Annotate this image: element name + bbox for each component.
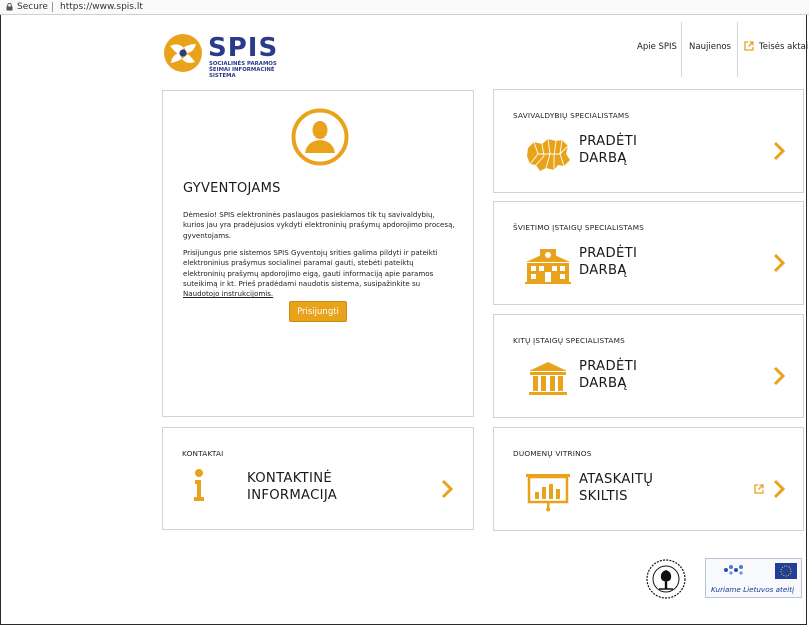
spis-logo[interactable]: SPIS SOCIALINĖS PARAMOS ŠEIMAI INFORMACI… xyxy=(162,32,287,79)
lithuania-map-icon xyxy=(527,138,570,171)
contacts-panel[interactable]: KONTAKTAI KONTAKTINĖ INFORMACIJA xyxy=(162,427,474,530)
residents-panel: GYVENTOJAMS Dėmesio! SPIS elektroninės p… xyxy=(162,90,474,417)
panel-heading-line2: INFORMACIJA xyxy=(247,488,338,503)
address-separator xyxy=(52,2,53,12)
panel-caption: KITŲ ĮSTAIGŲ SPECIALISTAMS xyxy=(513,336,625,345)
panel-heading: PRADĖTI DARBĄ xyxy=(579,358,637,392)
login-button[interactable]: Prisijungti xyxy=(289,301,347,322)
nav-news[interactable]: Naujienos xyxy=(681,22,738,77)
panel-heading-line1: PRADĖTI xyxy=(579,246,638,261)
panel-heading: ATASKAITŲ SKILTIS xyxy=(579,471,653,505)
panel-heading-line1: ATASKAITŲ xyxy=(579,472,654,487)
external-link-icon xyxy=(744,41,754,51)
residents-description-text: Prisijungus prie sistemos SPIS Gyventojų… xyxy=(183,248,438,288)
panel-caption: KONTAKTAI xyxy=(182,449,224,458)
other-institutions-panel[interactable]: KITŲ ĮSTAIGŲ SPECIALISTAMS PRADĖTI DARBĄ xyxy=(493,314,804,418)
logo-wordmark: SPIS xyxy=(208,33,279,63)
user-avatar-icon xyxy=(291,108,349,166)
eu-funds-logo: Kuriame Lietuvos ateitį xyxy=(705,558,802,598)
user-instructions-link[interactable]: Naudotojo instrukcijomis. xyxy=(183,289,273,298)
education-specialists-panel[interactable]: ŠVIETIMO ĮSTAIGŲ SPECIALISTAMS PRADĖTI D… xyxy=(493,201,804,305)
panel-heading-line1: KONTAKTINĖ xyxy=(247,471,332,486)
municipal-specialists-panel[interactable]: SAVIVALDYBIŲ SPECIALISTAMS PRADĖTI DARBĄ xyxy=(493,89,804,193)
logo-subtitle: SOCIALINĖS PARAMOS ŠEIMAI INFORMACINĖ SI… xyxy=(209,61,277,79)
chevron-right-icon[interactable] xyxy=(773,366,785,386)
school-building-icon xyxy=(525,249,571,284)
eu-funds-emblem-icon xyxy=(724,565,743,575)
nav-legal-label: Teisės aktai xyxy=(759,42,809,52)
residents-notice: Dėmesio! SPIS elektroninės paslaugos pas… xyxy=(183,210,455,240)
eu-flag-icon xyxy=(775,563,797,579)
residents-description: Prisijungus prie sistemos SPIS Gyventojų… xyxy=(183,248,457,299)
chevron-right-icon[interactable] xyxy=(773,479,785,499)
panel-heading-line1: PRADĖTI xyxy=(579,134,638,149)
data-showcase-panel[interactable]: DUOMENŲ VITRINOS ATASKAITŲ SKILTIS xyxy=(493,427,804,531)
panel-caption: DUOMENŲ VITRINOS xyxy=(513,449,592,458)
ministry-seal-logo xyxy=(646,559,686,599)
panel-caption: SAVIVALDYBIŲ SPECIALISTAMS xyxy=(513,111,630,120)
panel-heading-line1: PRADĖTI xyxy=(579,359,638,374)
chevron-right-icon[interactable] xyxy=(441,479,453,499)
hands-emblem-icon xyxy=(164,34,202,72)
secure-label: Secure xyxy=(17,2,48,12)
address-bar[interactable]: Secure https://www.spis.lt xyxy=(0,0,809,15)
chevron-right-icon[interactable] xyxy=(773,253,785,273)
url-text[interactable]: https://www.spis.lt xyxy=(60,0,143,14)
lock-icon xyxy=(6,3,13,11)
presentation-chart-icon xyxy=(526,474,570,512)
nav-legal-acts[interactable]: Teisės aktai xyxy=(737,22,809,77)
external-link-icon xyxy=(754,484,764,494)
panel-heading-line2: DARBĄ xyxy=(579,151,627,166)
institution-building-icon xyxy=(529,362,567,395)
eu-slogan: Kuriame Lietuvos ateitį xyxy=(711,585,795,594)
info-icon xyxy=(194,469,204,501)
panel-heading: PRADĖTI DARBĄ xyxy=(579,245,637,279)
panel-caption: ŠVIETIMO ĮSTAIGŲ SPECIALISTAMS xyxy=(513,223,645,232)
panel-heading-line2: SKILTIS xyxy=(579,489,628,504)
panel-heading-line2: DARBĄ xyxy=(579,376,627,391)
panel-heading: PRADĖTI DARBĄ xyxy=(579,133,637,167)
residents-title: GYVENTOJAMS xyxy=(183,181,281,196)
chevron-right-icon[interactable] xyxy=(773,141,785,161)
panel-heading-line2: DARBĄ xyxy=(579,263,627,278)
panel-heading: KONTAKTINĖ INFORMACIJA xyxy=(247,470,337,504)
